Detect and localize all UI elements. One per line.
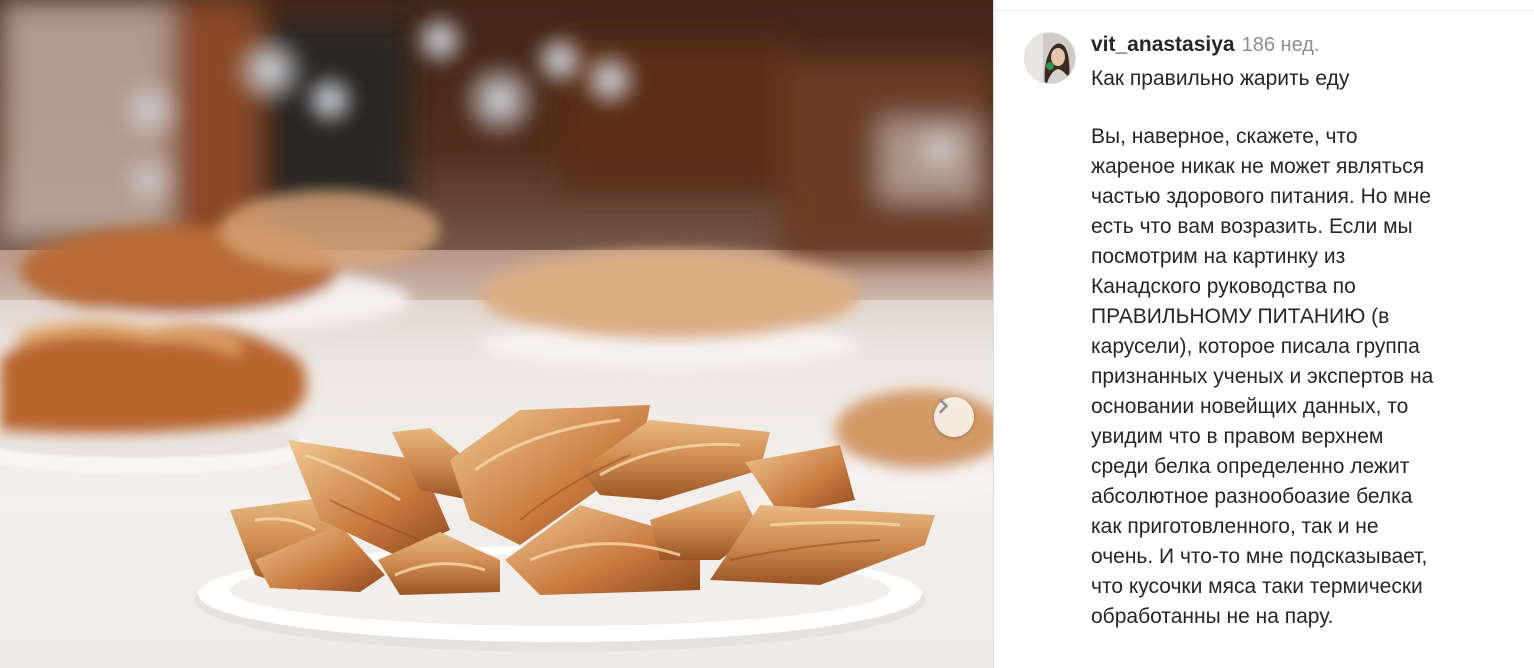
caption-line: признанных ученых и экспертов на (1091, 365, 1434, 388)
caption-line: частью здорового питания. Но мне (1091, 185, 1431, 208)
caption-line: абсолютное разнообоазие белка (1091, 485, 1413, 508)
caption-line: есть что вам возразить. Если мы (1091, 215, 1413, 238)
caption-line: посмотрим на картинку из (1091, 245, 1346, 268)
caption-line: увидим что в правом верхнем (1091, 425, 1384, 448)
post-header: vit_anastasiya 186 нед. (1091, 33, 1320, 57)
caption-line: очень. И что-то мне подсказывает, (1091, 545, 1428, 568)
chevron-right-icon (939, 398, 948, 414)
post-photo[interactable] (0, 0, 993, 668)
caption-line: что кусочки мяса таки термически (1091, 575, 1423, 598)
caption-line: ПРАВИЛЬНОМУ ПИТАНИЮ (в (1091, 305, 1390, 328)
username-link[interactable]: vit_anastasiya (1091, 33, 1235, 56)
caption-title: Как правильно жарить еду (1091, 67, 1350, 90)
caption-line: обработанны не на пару. (1091, 605, 1334, 628)
caption-line: как приготовленного, так и не (1091, 515, 1379, 538)
caption-line: среди белка определенно лежит (1091, 455, 1410, 478)
caption-line: карусели), которое писала группа (1091, 335, 1420, 358)
avatar[interactable] (1024, 32, 1076, 84)
caption-line: Канадского руководства по (1091, 275, 1356, 298)
caption-line: Вы, наверное, скажете, что (1091, 125, 1358, 148)
caption-line: жареное никак не может являться (1091, 155, 1425, 178)
food-photo-illustration (0, 0, 993, 668)
avatar-photo (1025, 33, 1075, 83)
next-photo-button[interactable] (934, 397, 974, 437)
post-time: 186 нед. (1241, 34, 1320, 56)
caption-body: Вы, наверное, скажете, что жареное никак… (1091, 122, 1521, 632)
caption-line: основании новейщих данных, то (1091, 395, 1409, 418)
